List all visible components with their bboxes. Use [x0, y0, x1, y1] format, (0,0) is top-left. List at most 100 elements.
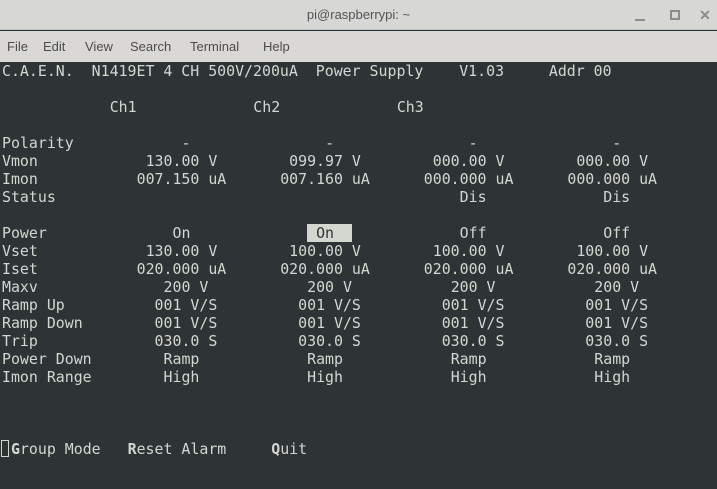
row-label-vset: Vset	[2, 242, 38, 260]
cell-polarity-ch3: -	[469, 134, 478, 152]
cell-power-ch4: Off	[603, 224, 630, 242]
cell-status-ch4: Dis	[603, 188, 630, 206]
table-row-imon-range: Imon Range High High High High	[0, 368, 717, 386]
cell-iset-ch3: 020.000 uA	[424, 260, 514, 278]
table-row-iset: Iset 020.000 uA 020.000 uA 020.000 uA 020.00…	[0, 260, 717, 278]
cell-imon-ch2: 007.160 uA	[280, 170, 370, 188]
cell-iset-ch1: 020.000 uA	[137, 260, 227, 278]
row-label-status: Status	[2, 188, 56, 206]
table-row-vset: Vset 130.00 V 100.00 V 100.00 V 100.00 V	[0, 242, 717, 260]
row-label-maxv: Maxv	[2, 278, 38, 296]
maximize-icon	[670, 10, 680, 20]
row-label-imon: Imon	[2, 170, 38, 188]
cell-ramp-up-ch1: 001 V/S	[155, 296, 218, 314]
footer-row: Group Mode Reset Alarm Quit	[0, 440, 717, 458]
cell-power-down-ch4: Ramp	[594, 350, 630, 368]
cell-vmon-ch4: 000.00 V	[576, 152, 648, 170]
table-row-vmon: Vmon 130.00 V 099.97 V 000.00 V 000.00 V	[0, 152, 717, 170]
menu-item-search[interactable]: Search	[128, 31, 173, 62]
close-button[interactable]: ✕	[694, 0, 716, 30]
cell-power-down-ch2: Ramp	[307, 350, 343, 368]
cell-imon-ch4: 000.000 uA	[567, 170, 657, 188]
cell-polarity-ch2: -	[325, 134, 334, 152]
row-label-ramp-down: Ramp Down	[2, 314, 83, 332]
row-label-iset: Iset	[2, 260, 38, 278]
cell-ramp-down-ch2: 001 V/S	[298, 314, 361, 332]
cell-ramp-up-ch4: 001 V/S	[585, 296, 648, 314]
maximize-button[interactable]	[665, 0, 687, 30]
selected-cell-power-ch2: On	[307, 224, 352, 242]
terminal-screen[interactable]: C.A.E.N. N1419ET 4 CH 500V/200uA Power S…	[0, 62, 717, 489]
channel-header-row: Ch1 Ch2 Ch3	[0, 98, 717, 116]
cell-ramp-down-ch4: 001 V/S	[585, 314, 648, 332]
window-title: pi@raspberrypi: ~	[0, 0, 717, 30]
table-row-trip: Trip030.0 S030.0 S030.0 S030.0 S	[0, 332, 717, 350]
menu-item-edit[interactable]: Edit	[41, 31, 67, 62]
cell-power-down-ch1: Ramp	[164, 350, 200, 368]
table-row-status: Status Dis Dis	[0, 188, 717, 206]
cell-imon-ch3: 000.000 uA	[424, 170, 514, 188]
menu-item-view[interactable]: View	[83, 31, 115, 62]
cell-vset-ch2: 100.00 V	[289, 242, 361, 260]
cell-imon-range-ch4: High	[594, 368, 630, 386]
row-label-power: Power	[2, 224, 47, 242]
terminal-cursor	[1, 440, 9, 457]
cell-vmon-ch2: 099.97 V	[289, 152, 361, 170]
cell-polarity-ch1: -	[181, 134, 190, 152]
table-row-polarity: Polarity - - - -	[0, 134, 717, 152]
row-label-polarity: Polarity	[2, 134, 74, 152]
cell-ramp-up-ch2: 001 V/S	[298, 296, 361, 314]
channel-header-ch2: Ch2	[253, 98, 280, 116]
table-row-ramp-down: Ramp Down001 V/S001 V/S001 V/S001 V/S	[0, 314, 717, 332]
cell-ramp-down-ch1: 001 V/S	[155, 314, 218, 332]
cell-power-ch1: On	[173, 224, 191, 242]
cell-vset-ch4: 100.00 V	[576, 242, 648, 260]
table-row-maxv: Maxv 200 V 200 V 200 V 200 V	[0, 278, 717, 296]
cell-maxv-ch3: 200 V	[451, 278, 496, 296]
cell-status-ch3: Dis	[460, 188, 487, 206]
table-row-imon: Imon 007.150 uA 007.160 uA 000.000 uA 000.00…	[0, 170, 717, 188]
cell-maxv-ch4: 200 V	[594, 278, 639, 296]
menu-item-file[interactable]: File	[5, 31, 30, 62]
cell-trip-ch4: 030.0 S	[585, 332, 648, 350]
command-group-mode: Group Mode	[11, 440, 101, 458]
row-label-imon-range: Imon Range	[2, 368, 92, 386]
cell-vset-ch1: 130.00 V	[146, 242, 218, 260]
channel-header-ch3: Ch3	[397, 98, 424, 116]
title-bar: pi@raspberrypi: ~ ✕	[0, 0, 717, 30]
cell-trip-ch3: 030.0 S	[442, 332, 505, 350]
menu-bar: File Edit View Search Terminal Help	[0, 31, 717, 62]
cell-imon-ch1: 007.150 uA	[137, 170, 227, 188]
row-label-power-down: Power Down	[2, 350, 92, 368]
command-quit: Quit	[271, 440, 307, 458]
channel-header-ch1: Ch1	[110, 98, 137, 116]
table-row-ramp-up: Ramp Up 001 V/S 001 V/S 001 V/S 001 V/S	[0, 296, 717, 314]
cell-imon-range-ch3: High	[451, 368, 487, 386]
cell-vmon-ch1: 130.00 V	[146, 152, 218, 170]
cell-vmon-ch3: 000.00 V	[433, 152, 505, 170]
row-label-ramp-up: Ramp Up	[2, 296, 65, 314]
minimize-button[interactable]	[630, 0, 652, 30]
menu-item-help[interactable]: Help	[261, 31, 292, 62]
close-icon: ✕	[698, 7, 712, 23]
cell-imon-range-ch2: High	[307, 368, 343, 386]
minimize-icon	[635, 19, 645, 21]
table-row-power-down: Power Down Ramp Ramp Ramp Ramp	[0, 350, 717, 368]
cell-maxv-ch1: 200 V	[164, 278, 209, 296]
cell-polarity-ch4: -	[612, 134, 621, 152]
table-row-power: Power On On Off Off	[0, 224, 717, 242]
command-reset-alarm: Reset Alarm	[128, 440, 227, 458]
row-label-trip: Trip	[2, 332, 38, 350]
cell-power-ch3: Off	[460, 224, 487, 242]
device-header-row: C.A.E.N. N1419ET 4 CH 500V/200uA Power S…	[0, 62, 717, 80]
row-label-vmon: Vmon	[2, 152, 38, 170]
menu-item-terminal[interactable]: Terminal	[188, 31, 241, 62]
cell-ramp-up-ch3: 001 V/S	[442, 296, 505, 314]
cell-imon-range-ch1: High	[164, 368, 200, 386]
cell-maxv-ch2: 200 V	[307, 278, 352, 296]
cell-trip-ch2: 030.0 S	[298, 332, 361, 350]
cell-power-down-ch3: Ramp	[451, 350, 487, 368]
cell-vset-ch3: 100.00 V	[433, 242, 505, 260]
cell-iset-ch2: 020.000 uA	[280, 260, 370, 278]
cell-iset-ch4: 020.000 uA	[567, 260, 657, 278]
